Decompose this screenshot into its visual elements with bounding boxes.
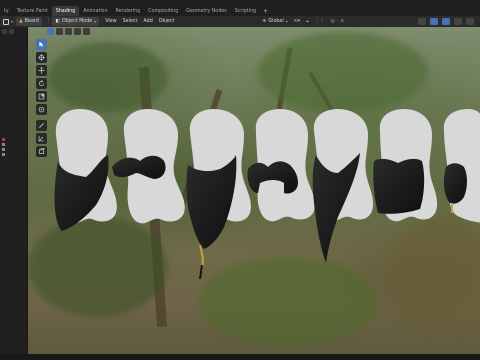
mesh-icon <box>2 142 5 146</box>
move-icon <box>38 67 45 74</box>
measure-tool[interactable] <box>36 133 47 144</box>
overlay-toggle-icon[interactable] <box>442 18 450 25</box>
orientation-dropdown[interactable]: ⊕ Global ▾ <box>259 17 290 26</box>
outliner-header <box>0 27 27 36</box>
menu-view[interactable]: View <box>102 17 119 26</box>
gizmo-toggle-icon[interactable] <box>430 18 438 25</box>
xray-toggle-icon[interactable] <box>454 18 462 25</box>
menu-object[interactable]: Object <box>156 17 178 26</box>
annotate-tool[interactable] <box>36 120 47 131</box>
cube-icon <box>39 148 45 154</box>
object-dot-icon <box>2 137 5 141</box>
proportional-falloff-icon[interactable]: ∧ <box>338 17 348 26</box>
mode-icon: ◧ <box>55 19 61 24</box>
viewport-header: ▾ ▲ Beard | ◧ Object Mode ▾ View Select … <box>0 16 480 27</box>
braid-bead <box>199 244 204 268</box>
add-cube-tool[interactable] <box>36 146 47 157</box>
head-short-braid[interactable] <box>443 109 480 223</box>
cursor-icon <box>39 41 44 48</box>
editor-type-icon <box>3 18 9 25</box>
pencil-icon <box>39 123 44 128</box>
outliner-icon[interactable] <box>2 29 7 34</box>
mesh-icon <box>2 152 5 156</box>
menu-select[interactable]: Select <box>120 17 141 26</box>
head-horseshoe-mustache[interactable] <box>247 109 315 222</box>
separator-icon: | <box>47 19 50 24</box>
active-object-field[interactable]: ▲ Beard <box>16 17 42 26</box>
outliner-panel <box>0 27 28 354</box>
outliner-row[interactable] <box>0 137 27 141</box>
proportional-edit-icon[interactable]: ◎ <box>327 17 337 26</box>
workspace-tab-rendering[interactable]: Rendering <box>112 6 145 16</box>
active-object-name: Beard <box>24 19 39 24</box>
mode-label: Object Mode <box>62 19 93 24</box>
shading-wireframe-icon[interactable] <box>466 18 474 25</box>
transform-icon <box>38 106 45 113</box>
head-mustache[interactable] <box>112 109 185 224</box>
menu-add[interactable]: Add <box>140 17 155 26</box>
outliner-row[interactable] <box>0 152 27 156</box>
tool-shelf <box>36 39 47 157</box>
add-workspace-button[interactable]: + <box>260 6 271 16</box>
workspace-tab-scripting[interactable]: Scripting <box>231 6 260 16</box>
snap-icon[interactable]: ⌖ <box>303 17 312 26</box>
ruler-icon <box>38 136 44 142</box>
3d-cursor-icon <box>38 54 45 61</box>
workspace-tab-geometry-nodes[interactable]: Geometry Nodes <box>182 6 230 16</box>
chevron-down-icon: ▾ <box>285 19 288 24</box>
beard-hair <box>373 158 425 214</box>
snap-settings-icon[interactable]: ⋮⋮ <box>312 17 328 26</box>
select-box-tool[interactable] <box>36 39 47 50</box>
workspace-tab-ty[interactable]: ty <box>0 6 13 16</box>
mode-dropdown[interactable]: ◧ Object Mode ▾ <box>52 17 100 26</box>
head-square-beard[interactable] <box>373 109 438 222</box>
editor-type-button[interactable]: ▾ <box>0 17 16 26</box>
orientation-label: Global <box>268 19 284 24</box>
head-long-braided-beard[interactable] <box>186 109 251 280</box>
scale-icon <box>38 93 45 100</box>
move-tool[interactable] <box>36 65 47 76</box>
braid-tip <box>199 264 203 280</box>
workspace-tab-animation[interactable]: Animation <box>79 6 111 16</box>
filter-icon[interactable] <box>9 29 14 34</box>
chevron-down-icon: ▾ <box>94 19 97 24</box>
workspace-tabs: ty Texture Paint Shading Animation Rendering… <box>0 0 480 16</box>
3d-viewport[interactable] <box>28 27 480 354</box>
scale-tool[interactable] <box>36 91 47 102</box>
rotate-tool[interactable] <box>36 78 47 89</box>
workspace-tab-shading[interactable]: Shading <box>51 6 80 16</box>
mesh-icon <box>2 147 5 151</box>
status-bar <box>0 354 480 360</box>
beard-models <box>54 109 480 280</box>
head-long-pointed-beard[interactable] <box>312 109 374 263</box>
outliner-row[interactable] <box>0 142 27 146</box>
orientation-icon: ⊕ <box>262 19 267 24</box>
visibility-icon[interactable] <box>418 18 426 25</box>
object-icon: ▲ <box>19 19 23 24</box>
workspace-tab-compositing[interactable]: Compositing <box>144 6 182 16</box>
transform-tool[interactable] <box>36 104 47 115</box>
pivot-icon[interactable]: ⟲▾ <box>291 17 303 26</box>
rotate-icon <box>39 80 44 86</box>
cursor-tool[interactable] <box>36 52 47 63</box>
workspace-tab-texture-paint[interactable]: Texture Paint <box>13 6 52 16</box>
outliner-row[interactable] <box>0 147 27 151</box>
head-full-beard-1[interactable] <box>54 109 117 231</box>
